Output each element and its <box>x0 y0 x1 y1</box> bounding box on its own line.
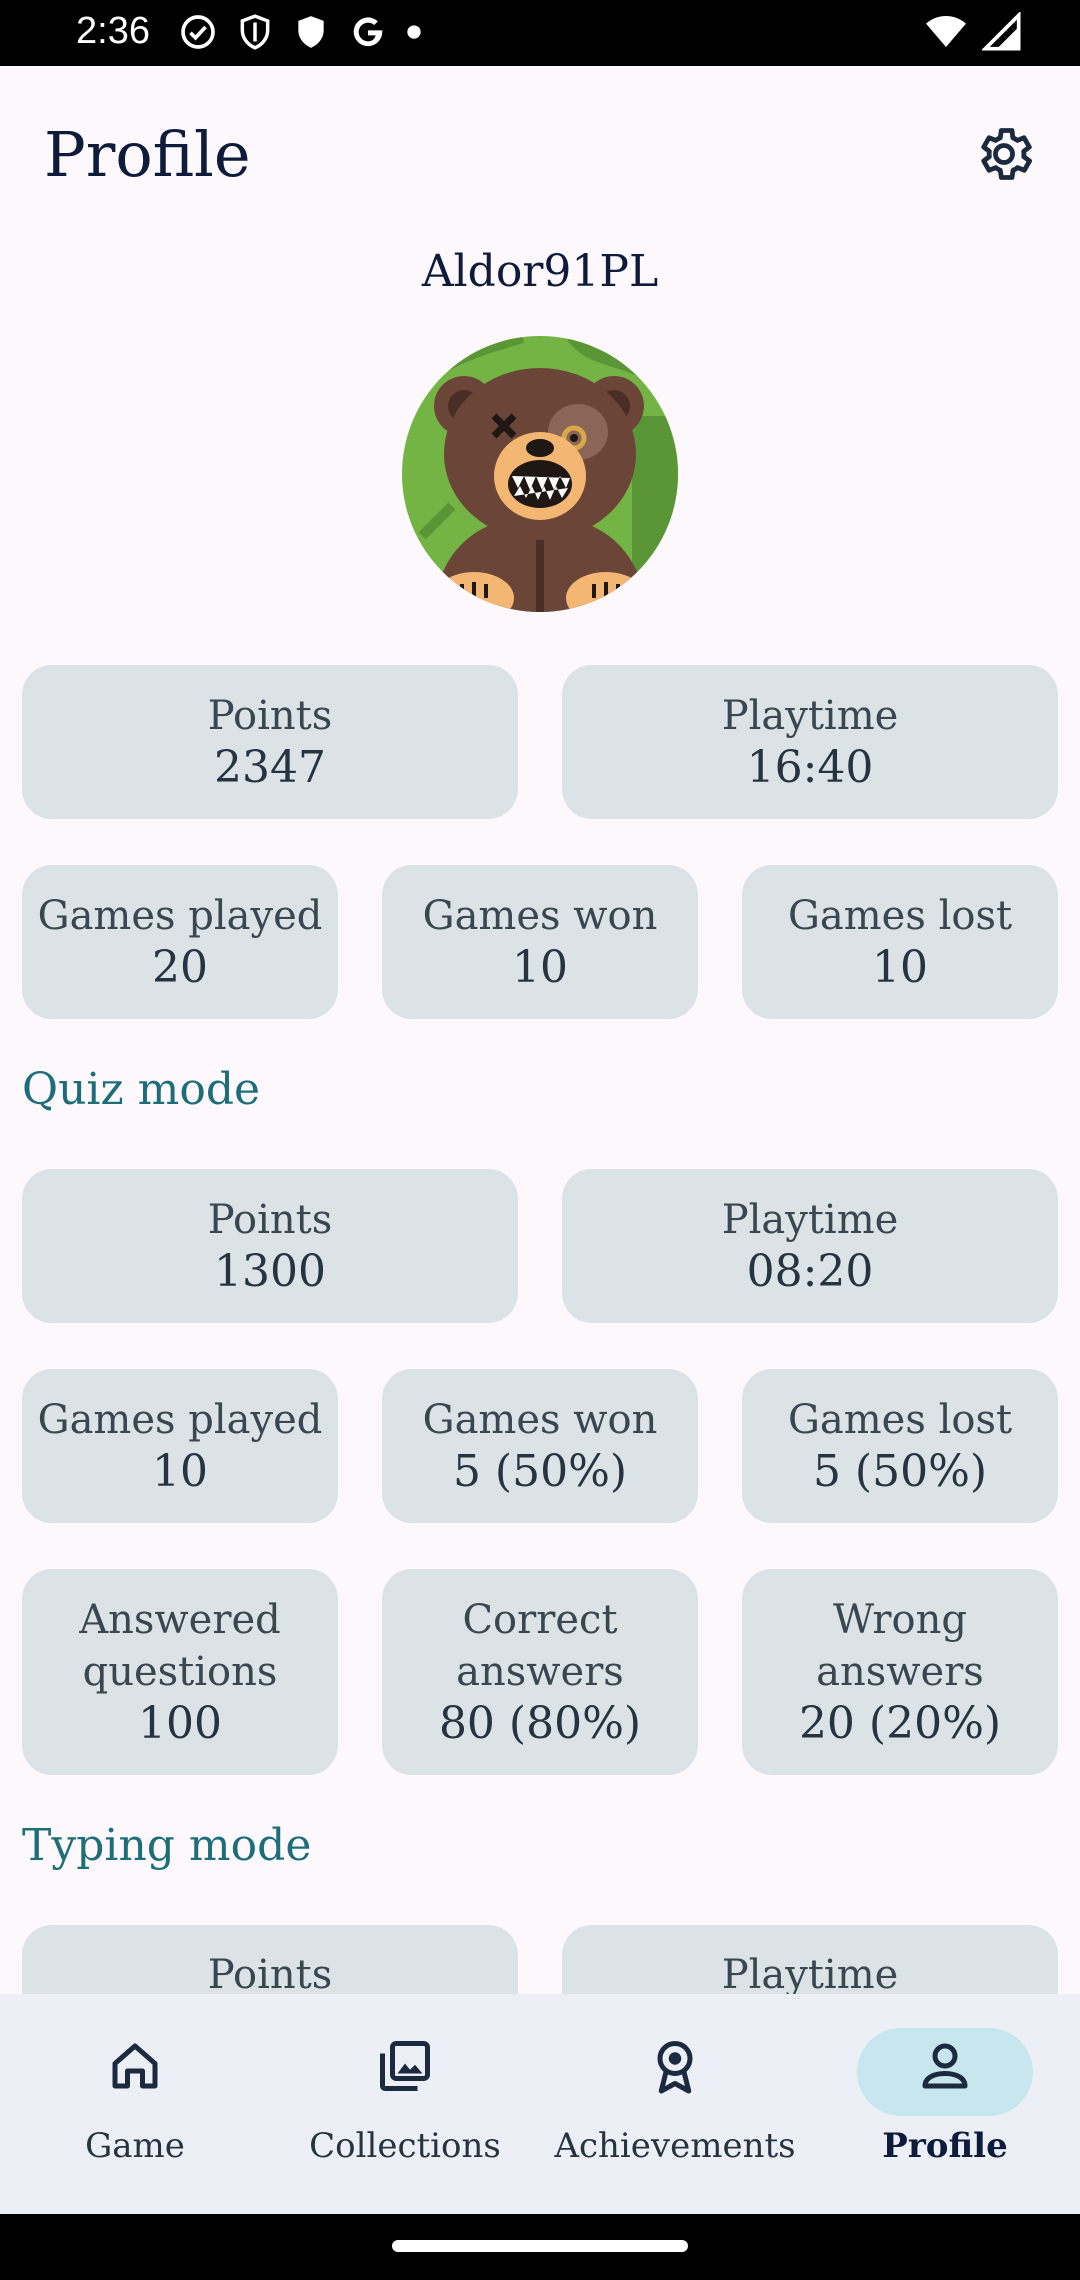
card-label: Games won <box>422 893 658 939</box>
quiz-games-lost-card: Games lost 5 (50%) <box>742 1369 1058 1523</box>
overall-points-card: Points 2347 <box>22 665 518 819</box>
home-gesture-handle[interactable] <box>392 2240 688 2252</box>
typing-playtime-card: Playtime <box>562 1925 1058 1994</box>
section-title-quiz: Quiz mode <box>22 1064 261 1115</box>
card-value: 10 <box>512 942 568 993</box>
bottom-navigation: Game Collections Achievements Profile <box>0 1994 1080 2214</box>
profile-content[interactable]: Aldor91PL Points 2347 Playtime 16:40 Gam… <box>0 242 1080 1994</box>
card-label: answers <box>816 1649 984 1695</box>
card-value: 2347 <box>214 742 326 793</box>
card-value: 08:20 <box>746 1246 874 1297</box>
card-label: Points <box>207 693 333 739</box>
overall-games-lost-card: Games lost 10 <box>742 865 1058 1019</box>
card-value: 16:40 <box>746 742 874 793</box>
card-value: 80 (80%) <box>438 1698 642 1749</box>
card-label: Playtime <box>721 1197 899 1243</box>
shield-outline-icon <box>240 14 270 50</box>
quiz-answered-questions-card: Answered questions 100 <box>22 1569 338 1775</box>
overall-playtime-card: Playtime 16:40 <box>562 665 1058 819</box>
card-label: Correct <box>462 1597 618 1643</box>
card-value: 10 <box>872 942 928 993</box>
person-icon <box>922 2043 968 2089</box>
card-label: Games won <box>422 1397 658 1443</box>
nav-label: Game <box>85 2126 185 2166</box>
dot-icon <box>407 25 421 39</box>
avatar <box>402 336 678 612</box>
section-title-typing: Typing mode <box>22 1820 312 1871</box>
card-label: Games played <box>37 1397 323 1443</box>
card-label: Answered <box>79 1597 281 1643</box>
quiz-games-played-card: Games played 10 <box>22 1369 338 1523</box>
signal-icon <box>982 12 1021 51</box>
card-label: Points <box>207 1952 333 1994</box>
nav-item-profile[interactable]: Profile <box>810 1994 1080 2214</box>
notification-icons <box>178 12 422 52</box>
card-label: Playtime <box>721 1952 899 1994</box>
quiz-playtime-card: Playtime 08:20 <box>562 1169 1058 1323</box>
app-bar: Profile <box>0 66 1080 242</box>
home-icon <box>112 2043 158 2089</box>
google-icon <box>353 17 383 47</box>
wifi-icon <box>926 16 966 47</box>
card-value: 10 <box>152 1446 208 1497</box>
quiz-games-won-card: Games won 5 (50%) <box>382 1369 698 1523</box>
card-value: 20 (20%) <box>798 1698 1002 1749</box>
nav-label: Collections <box>309 2126 501 2166</box>
quiz-points-card: Points 1300 <box>22 1169 518 1323</box>
overall-games-won-card: Games won 10 <box>382 865 698 1019</box>
typing-points-card: Points <box>22 1925 518 1994</box>
card-value: 20 <box>152 942 208 993</box>
nav-item-collections[interactable]: Collections <box>270 1994 540 2214</box>
card-label: questions <box>82 1649 278 1695</box>
nav-label: Profile <box>882 2126 1008 2166</box>
card-label: Games lost <box>787 1397 1013 1443</box>
gesture-bar <box>0 2214 1080 2280</box>
status-bar: 2:36 <box>0 0 1080 66</box>
card-label: Playtime <box>721 693 899 739</box>
card-label: Games lost <box>787 893 1013 939</box>
bear-avatar-icon <box>402 336 678 612</box>
card-value: 1300 <box>214 1246 326 1297</box>
card-value: 100 <box>138 1698 222 1749</box>
card-value: 5 (50%) <box>812 1446 988 1497</box>
quiz-correct-answers-card: Correct answers 80 (80%) <box>382 1569 698 1775</box>
collections-icon <box>380 2041 430 2091</box>
nav-item-game[interactable]: Game <box>0 1994 270 2214</box>
card-label: Points <box>207 1197 333 1243</box>
settings-button[interactable] <box>972 122 1036 186</box>
overall-games-played-card: Games played 20 <box>22 865 338 1019</box>
gear-icon <box>981 128 1032 180</box>
card-value: 5 (50%) <box>452 1446 628 1497</box>
award-icon <box>657 2041 693 2094</box>
check-circle-icon <box>181 15 215 49</box>
card-label: Games played <box>37 893 323 939</box>
status-time: 2:36 <box>76 10 150 52</box>
quiz-wrong-answers-card: Wrong answers 20 (20%) <box>742 1569 1058 1775</box>
card-label: Wrong <box>833 1597 967 1643</box>
page-title: Profile <box>44 118 251 191</box>
shield-icon <box>298 16 324 48</box>
card-label: answers <box>456 1649 624 1695</box>
system-icons <box>924 12 1022 52</box>
nav-item-achievements[interactable]: Achievements <box>540 1994 810 2214</box>
nav-label: Achievements <box>554 2126 796 2166</box>
username: Aldor91PL <box>421 246 659 297</box>
